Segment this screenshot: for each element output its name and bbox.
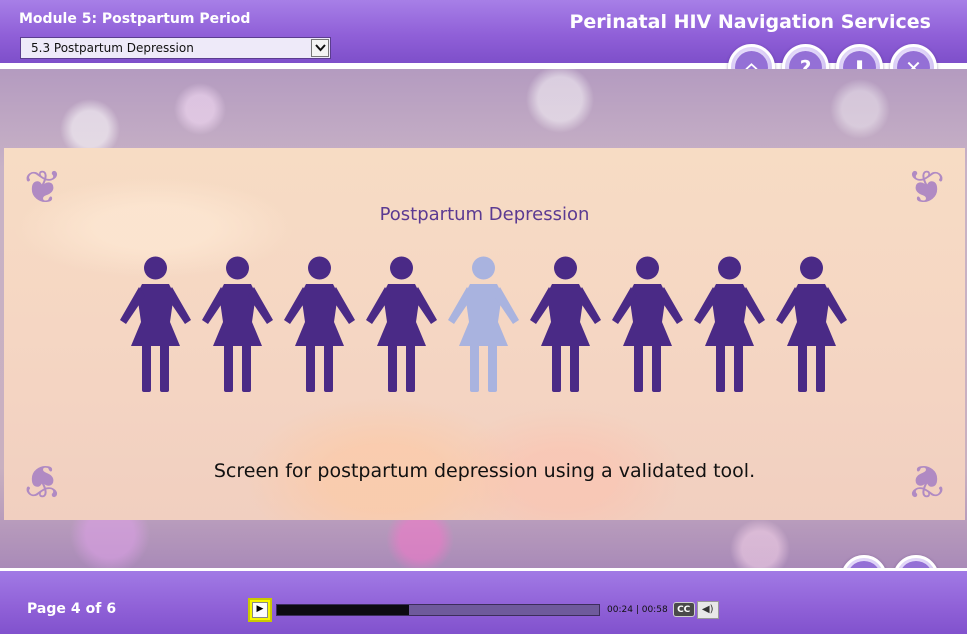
woman-figure-icon [446,256,521,392]
media-player: ▶ 00:24 | 00:58 CC ◀) [248,596,725,623]
woman-figure-icon [610,256,685,392]
play-button[interactable]: ▶ [248,597,272,622]
woman-figure-icon [774,256,849,392]
time-separator: | [635,604,639,615]
woman-figure-icon [200,256,275,392]
woman-figure-icon [692,256,767,392]
page-current: 4 [70,601,81,617]
chevron-down-icon[interactable] [311,39,329,57]
slide-title: Postpartum Depression [379,204,590,225]
play-icon: ▶ [252,601,268,618]
page-total: 6 [106,601,117,617]
woman-figure-icon [364,256,439,392]
volume-button[interactable]: ◀) [696,600,719,619]
section-select-value: 5.3 Postpartum Depression [31,41,194,55]
page-of-label: of [85,601,102,617]
slide-caption: Screen for postpartum depression using a… [213,460,756,482]
closed-captions-button[interactable]: CC [672,602,695,617]
time-total: 00:58 [641,604,668,615]
progress-fill [277,604,410,615]
woman-figure-icon [282,256,357,392]
time-readout: 00:24 | 00:58 [607,605,668,615]
woman-figure-icon [118,256,193,392]
slide-panel: ❦ ❦ ❦ ❦ Postpartum Depression Screen for… [4,148,965,520]
time-current: 00:24 [607,604,633,615]
woman-figure-icon [528,256,603,392]
module-title: Module 5: Postpartum Period [19,11,251,27]
page-label: Page [27,601,66,617]
app-title: Perinatal HIV Navigation Services [569,11,932,33]
speaker-icon: ◀) [701,604,714,615]
section-select[interactable]: 5.3 Postpartum Depression [20,37,331,59]
progress-track[interactable] [276,603,600,616]
page-indicator: Page 4 of 6 [27,601,116,617]
woman-figures-row [118,256,854,392]
footer-bar: Page 4 of 6 ▶ 00:24 | 00:58 CC ◀) [0,568,967,634]
